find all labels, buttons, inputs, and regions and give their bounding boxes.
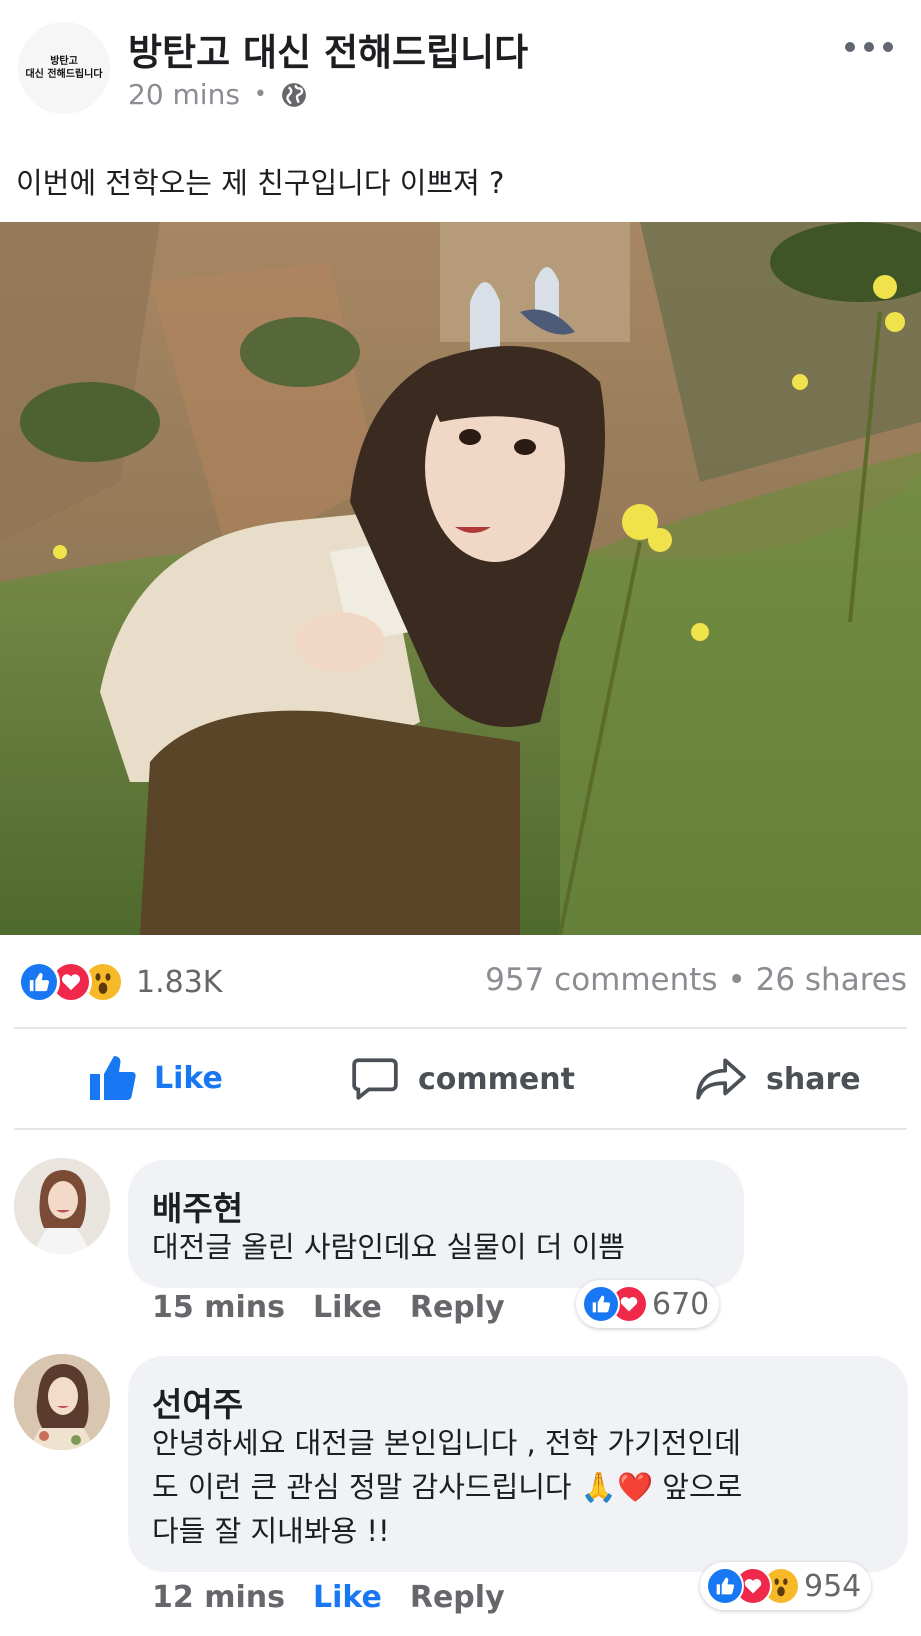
like-button[interactable]: Like bbox=[88, 1054, 223, 1102]
post-text: 이번에 전학오는 제 친구입니다 이쁘져 ? bbox=[16, 166, 505, 200]
comment-text-line: 도 이런 큰 관심 정말 감사드립니다 🙏❤️ 앞으로 bbox=[152, 1470, 743, 1504]
comment-time: 12 mins bbox=[152, 1580, 285, 1615]
page-avatar[interactable]: 방탄고 대신 전해드립니다 bbox=[18, 22, 110, 114]
reaction-count: 1.83K bbox=[136, 964, 223, 1000]
comment-meta: 15 mins Like Reply bbox=[152, 1290, 505, 1325]
divider bbox=[14, 1027, 907, 1029]
comment-like-button[interactable]: Like bbox=[313, 1290, 382, 1325]
more-options-button[interactable] bbox=[845, 30, 893, 64]
reactions-summary[interactable]: 1.83K bbox=[18, 958, 222, 1006]
commenter-name[interactable]: 선여주 bbox=[152, 1378, 243, 1426]
avatar-text: 대신 전해드립니다 bbox=[25, 69, 103, 80]
comments-count[interactable]: 957 comments bbox=[485, 962, 717, 998]
comment-text-line: 안녕하세요 대전글 본인입니다 , 전학 가기전인데 bbox=[152, 1426, 741, 1460]
more-dot bbox=[845, 42, 855, 52]
commenter-name[interactable]: 배주현 bbox=[152, 1182, 243, 1230]
like-label: Like bbox=[154, 1060, 223, 1096]
more-dot bbox=[864, 42, 874, 52]
action-bar: Like comment share bbox=[0, 1034, 921, 1130]
like-icon bbox=[18, 961, 60, 1003]
more-dot bbox=[883, 42, 893, 52]
comment-text-line: 다들 잘 지내봐용 !! bbox=[152, 1514, 390, 1548]
post-time[interactable]: 20 mins bbox=[128, 78, 240, 111]
divider bbox=[14, 1128, 907, 1130]
comment-label: comment bbox=[418, 1061, 575, 1097]
comment-meta: 12 mins Like Reply bbox=[152, 1580, 505, 1615]
comment-like-button[interactable]: Like bbox=[313, 1580, 382, 1615]
like-icon bbox=[582, 1285, 620, 1323]
like-icon bbox=[706, 1567, 744, 1605]
comment-time: 15 mins bbox=[152, 1290, 285, 1325]
comment-reaction-count: 670 bbox=[652, 1286, 710, 1322]
comment-reply-button[interactable]: Reply bbox=[410, 1290, 505, 1325]
page-name[interactable]: 방탄고 대신 전해드립니다 bbox=[128, 22, 528, 76]
meta-separator: • bbox=[253, 82, 267, 107]
comment-reactions[interactable]: 954 bbox=[700, 1562, 872, 1610]
comment-reaction-count: 954 bbox=[804, 1568, 862, 1604]
globe-icon bbox=[281, 82, 306, 107]
post-photo[interactable] bbox=[0, 222, 921, 935]
comment-reply-button[interactable]: Reply bbox=[410, 1580, 505, 1615]
thumbs-up-icon bbox=[90, 1056, 136, 1100]
comment-reactions[interactable]: 670 bbox=[576, 1280, 720, 1328]
comment-button[interactable]: comment bbox=[350, 1054, 575, 1104]
share-label: share bbox=[766, 1061, 861, 1097]
engagement-stats: 957 comments • 26 shares bbox=[485, 962, 907, 998]
share-arrow-icon bbox=[696, 1058, 746, 1100]
shares-count[interactable]: 26 shares bbox=[756, 962, 907, 998]
comment-text: 대전글 올린 사람인데요 실물이 더 이쁨 bbox=[152, 1230, 625, 1264]
post-meta: 20 mins • bbox=[128, 78, 307, 111]
commenter-avatar[interactable] bbox=[14, 1158, 110, 1254]
share-button[interactable]: share bbox=[694, 1054, 861, 1104]
photo-illustration bbox=[0, 222, 921, 935]
commenter-avatar[interactable] bbox=[14, 1354, 110, 1450]
stats-separator: • bbox=[727, 962, 746, 998]
avatar-text: 방탄고 bbox=[50, 56, 78, 67]
post-header: 방탄고 대신 전해드립니다 방탄고 대신 전해드립니다 20 mins • bbox=[0, 0, 921, 130]
comment-icon bbox=[352, 1058, 398, 1100]
